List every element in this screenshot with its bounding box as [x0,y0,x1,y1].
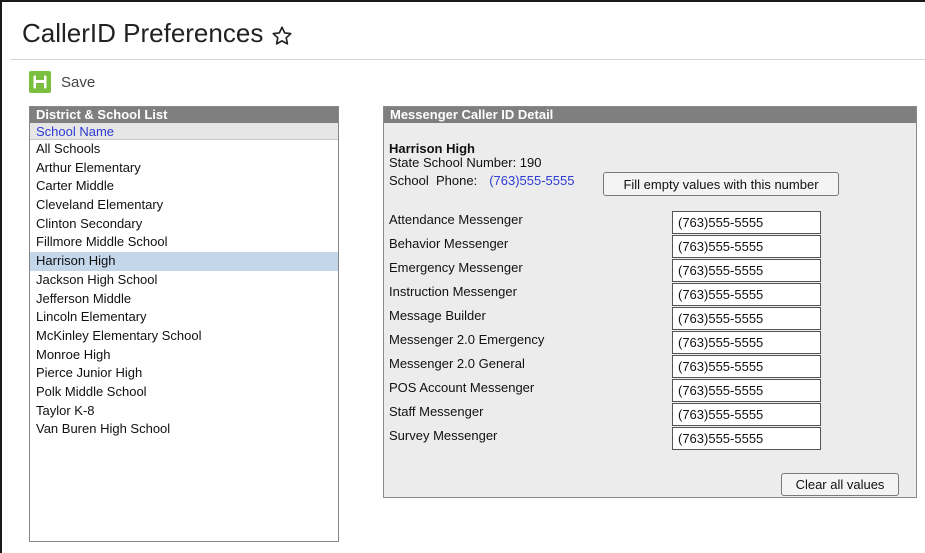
page-title-text: CallerID Preferences [22,18,264,48]
messenger-row: Instruction Messenger [389,283,909,307]
save-button[interactable]: Save [61,74,95,91]
toolbar: Save [29,70,95,94]
school-list-panel: District & School List School Name All S… [29,106,339,542]
school-list-item[interactable]: Fillmore Middle School [30,233,338,252]
messenger-label: Message Builder [389,308,486,323]
school-list-item[interactable]: Carter Middle [30,177,338,196]
school-list-header: District & School List [30,107,338,123]
messenger-row: Messenger 2.0 General [389,355,909,379]
state-school-number: State School Number: 190 [389,155,542,170]
messenger-label: Staff Messenger [389,404,484,419]
school-list-item[interactable]: All Schools [30,140,338,159]
messenger-label: Emergency Messenger [389,260,523,275]
selected-school-name: Harrison High [389,141,475,156]
school-list-item[interactable]: Monroe High [30,346,338,365]
school-list-item[interactable]: Taylor K-8 [30,402,338,421]
school-list-item[interactable]: Clinton Secondary [30,215,338,234]
messenger-row: Message Builder [389,307,909,331]
school-list-item[interactable]: Cleveland Elementary [30,196,338,215]
messenger-phone-input[interactable] [672,307,821,330]
messenger-row: Messenger 2.0 Emergency [389,331,909,355]
app-frame: CallerID Preferences Save District & Sch… [0,0,925,553]
school-list-item[interactable]: Arthur Elementary [30,159,338,178]
school-list-item[interactable]: Harrison High [30,252,338,271]
save-icon[interactable] [29,71,51,93]
messenger-label: Instruction Messenger [389,284,517,299]
messenger-phone-input[interactable] [672,403,821,426]
school-phone-value: (763)555-5555 [489,173,575,188]
messenger-phone-input[interactable] [672,355,821,378]
school-list-item[interactable]: Pierce Junior High [30,364,338,383]
messenger-row: Attendance Messenger [389,211,909,235]
messenger-label: Survey Messenger [389,428,498,443]
school-list-item[interactable]: Van Buren High School [30,420,338,439]
school-phone-row: School Phone: (763)555-5555 [389,173,574,188]
messenger-row: Staff Messenger [389,403,909,427]
star-icon[interactable] [271,23,293,45]
fill-empty-values-button[interactable]: Fill empty values with this number [603,172,839,196]
messenger-row: Emergency Messenger [389,259,909,283]
messenger-label: Messenger 2.0 General [389,356,525,371]
school-name-column-header[interactable]: School Name [30,123,338,140]
clear-all-values-button[interactable]: Clear all values [781,473,899,496]
messenger-label: Attendance Messenger [389,212,523,227]
messenger-row: POS Account Messenger [389,379,909,403]
messenger-phone-input[interactable] [672,331,821,354]
messenger-label: Behavior Messenger [389,236,509,251]
messenger-phone-input[interactable] [672,259,821,282]
messenger-phone-input[interactable] [672,427,821,450]
school-list-item[interactable]: Jackson High School [30,271,338,290]
school-list: All Schools Arthur Elementary Carter Middl… [30,140,338,439]
messenger-phone-input[interactable] [672,379,821,402]
school-list-item[interactable]: McKinley Elementary School [30,327,338,346]
messenger-label: Messenger 2.0 Emergency [389,332,545,347]
page-title: CallerID Preferences [22,18,293,49]
caller-id-detail-panel: Messenger Caller ID Detail Harrison High… [383,106,917,498]
messenger-label: POS Account Messenger [389,380,535,395]
detail-panel-header: Messenger Caller ID Detail [384,107,916,123]
school-list-item[interactable]: Lincoln Elementary [30,308,338,327]
school-list-item[interactable]: Polk Middle School [30,383,338,402]
messenger-row: Survey Messenger [389,427,909,451]
school-phone-label: School Phone: [389,173,478,188]
title-bar: CallerID Preferences [10,10,925,60]
messenger-phone-input[interactable] [672,211,821,234]
messenger-rows: Attendance Messenger Behavior Messenger Em… [389,211,909,451]
messenger-phone-input[interactable] [672,235,821,258]
school-list-item[interactable]: Jefferson Middle [30,290,338,309]
messenger-row: Behavior Messenger [389,235,909,259]
messenger-phone-input[interactable] [672,283,821,306]
